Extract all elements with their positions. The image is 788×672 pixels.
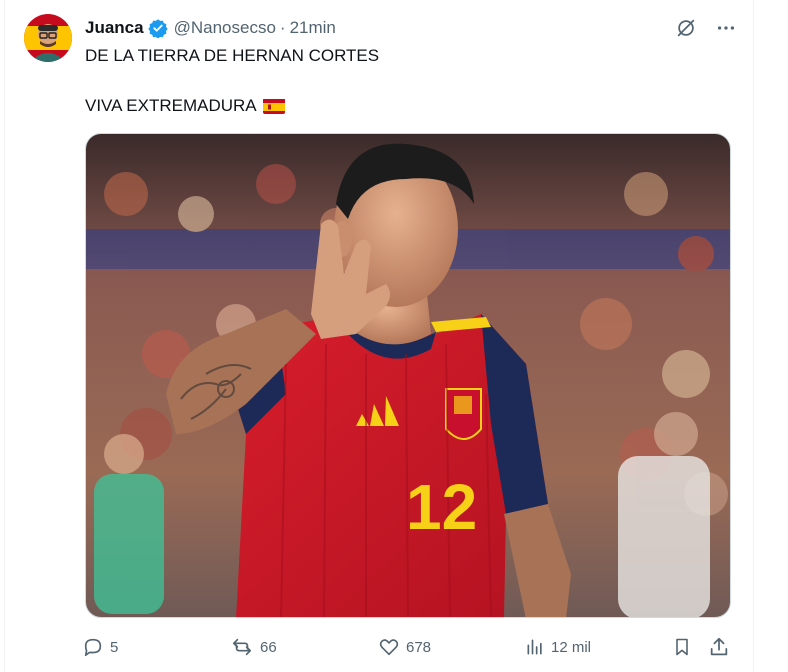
tweet-text-line-1: DE LA TIERRA DE HERNAN CORTES <box>85 46 380 65</box>
tweet-text: DE LA TIERRA DE HERNAN CORTES VIVA EXTRE… <box>85 44 725 118</box>
bookmark-icon <box>676 638 688 656</box>
share-button[interactable] <box>708 630 730 664</box>
tweet-top-actions <box>672 14 740 42</box>
user-handle[interactable]: @Nanosecso <box>174 18 276 38</box>
jersey-number: 12 <box>406 471 477 543</box>
tweet-media-image[interactable]: 12 <box>85 133 731 618</box>
views-button[interactable]: 12 mil <box>525 630 591 664</box>
bookmark-button[interactable] <box>672 630 692 664</box>
timestamp[interactable]: 21min <box>290 18 336 38</box>
views-count: 12 mil <box>551 638 592 656</box>
views-chart-icon <box>527 639 542 655</box>
tweet-text-line-2-wrap: VIVA EXTREMADURA <box>85 94 725 118</box>
reply-button[interactable]: 5 <box>82 630 118 664</box>
avatar[interactable] <box>24 14 72 62</box>
timeline-border-left <box>4 0 5 672</box>
separator-dot: · <box>279 18 286 37</box>
reply-count: 5 <box>110 638 119 656</box>
repost-button[interactable]: 66 <box>230 630 277 664</box>
spain-flag-icon <box>262 98 285 114</box>
repost-icon <box>232 638 252 656</box>
like-button[interactable]: 678 <box>378 630 431 664</box>
share-icon <box>710 637 728 656</box>
grok-icon[interactable] <box>672 14 700 42</box>
reply-icon <box>84 638 102 657</box>
verified-badge-icon <box>147 18 168 39</box>
display-name[interactable]: Juanca <box>85 18 144 38</box>
tweet-action-bar: 5 66 678 12 mil <box>82 630 734 664</box>
tweet-text-line-2: VIVA EXTREMADURA <box>85 96 257 115</box>
tweet-header: Juanca @Nanosecso · 21min <box>85 16 336 40</box>
timeline-border-right <box>753 0 754 672</box>
more-options-icon[interactable] <box>712 14 740 42</box>
heart-icon <box>379 639 399 656</box>
like-count: 678 <box>406 638 432 656</box>
repost-count: 66 <box>260 638 277 656</box>
